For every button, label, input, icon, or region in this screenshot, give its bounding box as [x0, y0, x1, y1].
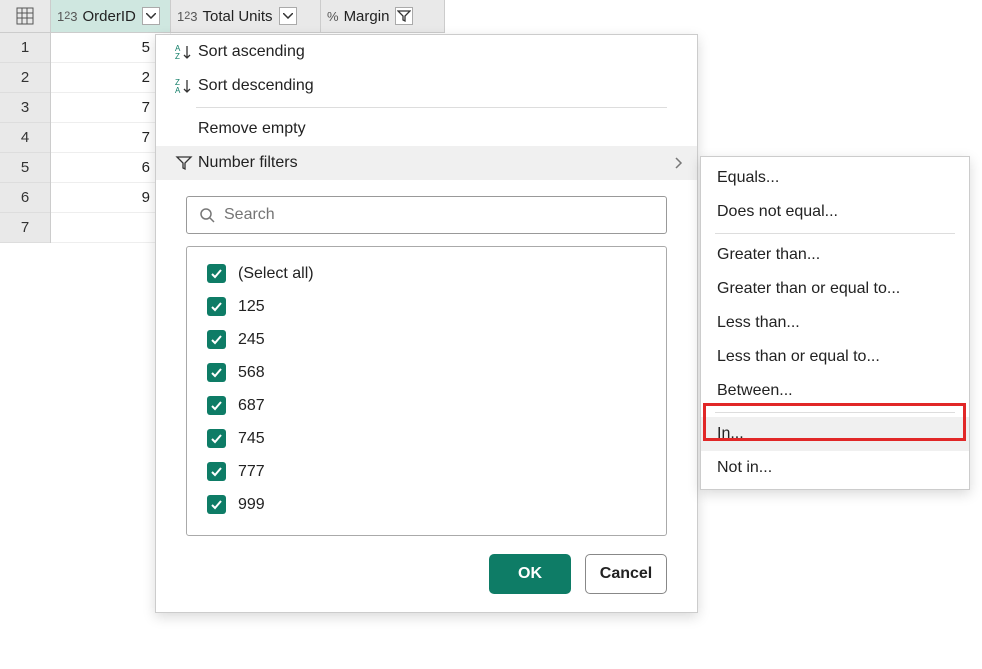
column-label: Total Units: [203, 8, 273, 25]
value-label: 999: [238, 496, 265, 514]
menu-sort-ascending[interactable]: AZ Sort ascending: [156, 35, 697, 69]
row-number[interactable]: 2: [0, 63, 50, 93]
value-label: 125: [238, 298, 265, 316]
checkbox-checked-icon[interactable]: [207, 429, 226, 448]
filter-between[interactable]: Between...: [701, 374, 969, 408]
checkbox-checked-icon[interactable]: [207, 396, 226, 415]
filter-value-item[interactable]: 245: [207, 323, 666, 356]
filter-values-list: (Select all) 125 245 568 687 745 777 999: [186, 246, 667, 536]
value-label: 687: [238, 397, 265, 415]
search-input[interactable]: [224, 206, 654, 224]
filter-value-item[interactable]: 999: [207, 488, 666, 521]
filter-values-scroll[interactable]: (Select all) 125 245 568 687 745 777 999: [207, 257, 666, 525]
filter-does-not-equal[interactable]: Does not equal...: [701, 195, 969, 229]
menu-divider: [715, 233, 955, 234]
menu-divider: [715, 412, 955, 413]
value-label: 568: [238, 364, 265, 382]
value-label: (Select all): [238, 265, 314, 283]
sort-asc-icon: AZ: [170, 43, 198, 61]
data-cell[interactable]: 2: [51, 63, 171, 93]
checkbox-checked-icon[interactable]: [207, 264, 226, 283]
checkbox-checked-icon[interactable]: [207, 495, 226, 514]
menu-label: Number filters: [198, 154, 298, 172]
column-header-margin[interactable]: % Margin: [321, 0, 445, 33]
filter-value-item[interactable]: 777: [207, 455, 666, 488]
search-box[interactable]: [186, 196, 667, 234]
filter-less-than-equal[interactable]: Less than or equal to...: [701, 340, 969, 374]
ok-button[interactable]: OK: [489, 554, 571, 594]
table-icon: [16, 7, 34, 25]
menu-remove-empty[interactable]: Remove empty: [156, 112, 697, 146]
row-number[interactable]: 3: [0, 93, 50, 123]
value-label: 777: [238, 463, 265, 481]
svg-text:Z: Z: [175, 52, 180, 61]
svg-text:A: A: [175, 86, 181, 95]
row-number[interactable]: 7: [0, 213, 50, 243]
percent-type-icon: %: [327, 9, 339, 24]
filter-value-item[interactable]: 568: [207, 356, 666, 389]
menu-label: Sort ascending: [198, 43, 305, 61]
checkbox-checked-icon[interactable]: [207, 462, 226, 481]
filter-greater-than[interactable]: Greater than...: [701, 238, 969, 272]
filter-icon: [170, 154, 198, 172]
filter-active-icon: [397, 9, 411, 23]
value-label: 245: [238, 331, 265, 349]
menu-divider: [196, 107, 667, 108]
column-filter-menu: AZ Sort ascending ZA Sort descending Rem…: [155, 34, 698, 613]
row-number[interactable]: 5: [0, 153, 50, 183]
column-label: OrderID: [83, 8, 136, 25]
chevron-down-icon: [146, 13, 156, 19]
checkbox-checked-icon[interactable]: [207, 297, 226, 316]
select-all-corner[interactable]: [0, 0, 50, 33]
filter-value-select-all[interactable]: (Select all): [207, 257, 666, 290]
data-cell[interactable]: [51, 213, 171, 243]
data-cell[interactable]: 7: [51, 123, 171, 153]
row-number[interactable]: 4: [0, 123, 50, 153]
filter-less-than[interactable]: Less than...: [701, 306, 969, 340]
number-type-icon: 123: [57, 9, 78, 24]
filter-value-item[interactable]: 687: [207, 389, 666, 422]
filter-value-item[interactable]: 745: [207, 422, 666, 455]
value-label: 745: [238, 430, 265, 448]
row-number[interactable]: 6: [0, 183, 50, 213]
column-header-orderid[interactable]: 123 OrderID: [51, 0, 171, 33]
filter-in[interactable]: In...: [701, 417, 969, 451]
checkbox-checked-icon[interactable]: [207, 330, 226, 349]
filter-not-in[interactable]: Not in...: [701, 451, 969, 485]
chevron-right-icon: [674, 156, 683, 170]
column-label: Margin: [344, 8, 390, 25]
menu-number-filters[interactable]: Number filters: [156, 146, 697, 180]
data-cell[interactable]: 5: [51, 33, 171, 63]
menu-sort-descending[interactable]: ZA Sort descending: [156, 69, 697, 103]
row-number[interactable]: 1: [0, 33, 50, 63]
data-cell[interactable]: 9: [51, 183, 171, 213]
column-filter-dropdown[interactable]: [142, 7, 160, 25]
cancel-button[interactable]: Cancel: [585, 554, 667, 594]
filter-value-item[interactable]: 125: [207, 290, 666, 323]
menu-label: Sort descending: [198, 77, 314, 95]
sort-desc-icon: ZA: [170, 77, 198, 95]
checkbox-checked-icon[interactable]: [207, 363, 226, 382]
data-cell[interactable]: 7: [51, 93, 171, 123]
column-filter-dropdown[interactable]: [279, 7, 297, 25]
data-cell[interactable]: 6: [51, 153, 171, 183]
filter-greater-than-equal[interactable]: Greater than or equal to...: [701, 272, 969, 306]
filter-equals[interactable]: Equals...: [701, 161, 969, 195]
column-filter-dropdown[interactable]: [395, 7, 413, 25]
number-filters-submenu: Equals... Does not equal... Greater than…: [700, 156, 970, 490]
search-icon: [199, 207, 216, 224]
chevron-down-icon: [283, 13, 293, 19]
column-header-totalunits[interactable]: 123 Total Units: [171, 0, 321, 33]
number-type-icon: 123: [177, 9, 198, 24]
menu-label: Remove empty: [198, 120, 306, 138]
